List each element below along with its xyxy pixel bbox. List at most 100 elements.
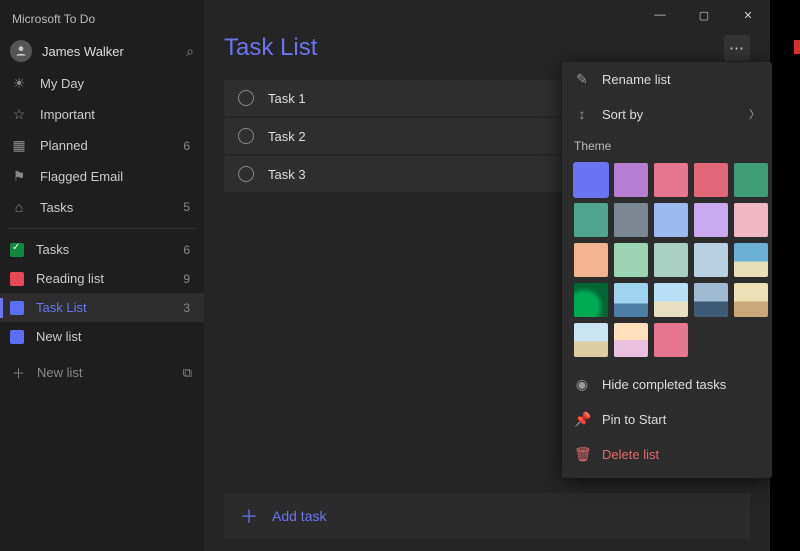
sidebar-item-label: Task List	[36, 300, 171, 315]
sidebar-item[interactable]: ▦ Planned 6	[0, 130, 204, 161]
theme-swatch[interactable]	[654, 323, 688, 357]
trash-icon: 🗑	[574, 446, 590, 463]
sidebar-item-count: 9	[183, 272, 190, 286]
menu-sortby[interactable]: ↕ Sort by 〉	[562, 97, 772, 131]
list-title[interactable]: Task List	[224, 34, 714, 62]
title-bar: — ▢ ✕	[204, 0, 770, 30]
user-name: James Walker	[42, 44, 176, 59]
sidebar-item-label: Tasks	[40, 200, 171, 215]
theme-swatch[interactable]	[734, 283, 768, 317]
theme-swatch[interactable]	[654, 243, 688, 277]
list-icon: ⚑	[10, 168, 28, 185]
theme-swatch[interactable]	[574, 243, 608, 277]
account-row[interactable]: James Walker ⌕	[0, 34, 204, 68]
theme-swatch[interactable]	[574, 163, 608, 197]
theme-header: Theme	[562, 131, 772, 157]
list-options-menu: ✎ Rename list ↕ Sort by 〉 Theme ◉ Hide c…	[562, 62, 772, 478]
sidebar-item-label: Planned	[40, 138, 171, 153]
task-checkbox[interactable]	[238, 166, 254, 182]
pencil-icon: ✎	[574, 71, 590, 88]
sort-icon: ↕	[574, 106, 590, 122]
new-list-row[interactable]: ＋ New list ⧉	[0, 353, 204, 392]
sidebar-item[interactable]: Task List 3	[0, 293, 204, 322]
menu-delete-label: Delete list	[602, 447, 659, 462]
chevron-right-icon: 〉	[749, 106, 760, 122]
add-task-label: Add task	[272, 508, 326, 524]
list-icon: ⌂	[10, 199, 28, 215]
theme-swatch[interactable]	[614, 203, 648, 237]
menu-rename[interactable]: ✎ Rename list	[562, 62, 772, 97]
list-options-button[interactable]: ⋯	[724, 35, 750, 61]
sidebar-item[interactable]: Tasks 6	[0, 235, 204, 264]
theme-swatch[interactable]	[574, 323, 608, 357]
theme-swatch[interactable]	[614, 323, 648, 357]
theme-swatch[interactable]	[734, 243, 768, 277]
sidebar-item[interactable]: ☆ Important	[0, 99, 204, 130]
list-color-icon	[10, 330, 24, 344]
minimize-button[interactable]: —	[638, 1, 682, 29]
check-circle-icon: ◉	[574, 376, 590, 393]
add-task-row[interactable]: ＋ Add task	[224, 493, 750, 539]
sidebar-item-count: 6	[183, 139, 190, 153]
list-header: Task List ⋯	[204, 30, 770, 66]
task-title: Task 2	[268, 129, 306, 144]
theme-swatch[interactable]	[654, 163, 688, 197]
avatar-icon	[10, 40, 32, 62]
theme-swatch[interactable]	[614, 243, 648, 277]
sidebar-item-label: My Day	[40, 76, 178, 91]
sidebar-item[interactable]: ⚑ Flagged Email	[0, 161, 204, 192]
sidebar-item-label: Tasks	[36, 242, 171, 257]
theme-swatch-grid	[562, 157, 772, 367]
list-color-icon	[10, 272, 24, 286]
theme-swatch[interactable]	[654, 203, 688, 237]
sidebar-item[interactable]: Reading list 9	[0, 264, 204, 293]
task-title: Task 1	[268, 91, 306, 106]
sidebar-item-count: 6	[183, 243, 190, 257]
menu-rename-label: Rename list	[602, 72, 671, 87]
app-title: Microsoft To Do	[0, 8, 204, 34]
menu-hide-completed-label: Hide completed tasks	[602, 377, 726, 392]
new-group-icon[interactable]: ⧉	[183, 365, 192, 381]
menu-hide-completed[interactable]: ◉ Hide completed tasks	[562, 367, 772, 402]
plus-icon: ＋	[12, 363, 25, 382]
theme-swatch[interactable]	[734, 203, 768, 237]
menu-pin-label: Pin to Start	[602, 412, 666, 427]
theme-swatch[interactable]	[694, 203, 728, 237]
theme-swatch[interactable]	[614, 163, 648, 197]
theme-swatch[interactable]	[574, 203, 608, 237]
menu-sortby-label: Sort by	[602, 107, 643, 122]
app-window: Microsoft To Do James Walker ⌕ ☀ My Day …	[0, 0, 770, 551]
list-icon: ▦	[10, 137, 28, 154]
main-pane: — ▢ ✕ Task List ⋯ Task 1 Task 2 Task 3 ＋…	[204, 0, 770, 551]
sidebar: Microsoft To Do James Walker ⌕ ☀ My Day …	[0, 0, 204, 551]
theme-swatch[interactable]	[574, 283, 608, 317]
plus-icon: ＋	[240, 503, 258, 529]
close-button[interactable]: ✕	[726, 1, 770, 29]
theme-swatch[interactable]	[654, 283, 688, 317]
annotation-arrow	[794, 36, 800, 60]
task-checkbox[interactable]	[238, 128, 254, 144]
theme-swatch[interactable]	[734, 163, 768, 197]
list-color-icon	[10, 243, 24, 257]
search-icon[interactable]: ⌕	[186, 43, 194, 60]
menu-pin[interactable]: 📌 Pin to Start	[562, 402, 772, 437]
pin-icon: 📌	[574, 411, 590, 428]
theme-swatch[interactable]	[694, 243, 728, 277]
sidebar-separator	[8, 228, 196, 229]
theme-swatch[interactable]	[694, 283, 728, 317]
list-icon: ☀	[10, 75, 28, 92]
sidebar-item-count: 5	[183, 200, 190, 214]
theme-swatch[interactable]	[694, 163, 728, 197]
task-checkbox[interactable]	[238, 90, 254, 106]
maximize-button[interactable]: ▢	[682, 1, 726, 29]
theme-swatch[interactable]	[614, 283, 648, 317]
sidebar-item[interactable]: ⌂ Tasks 5	[0, 192, 204, 222]
sidebar-item-label: Reading list	[36, 271, 171, 286]
sidebar-item[interactable]: New list	[0, 322, 204, 351]
task-title: Task 3	[268, 167, 306, 182]
menu-delete[interactable]: 🗑 Delete list	[562, 437, 772, 472]
sidebar-item-label: Flagged Email	[40, 169, 178, 184]
sidebar-item[interactable]: ☀ My Day	[0, 68, 204, 99]
sidebar-item-label: New list	[36, 329, 178, 344]
list-color-icon	[10, 301, 24, 315]
